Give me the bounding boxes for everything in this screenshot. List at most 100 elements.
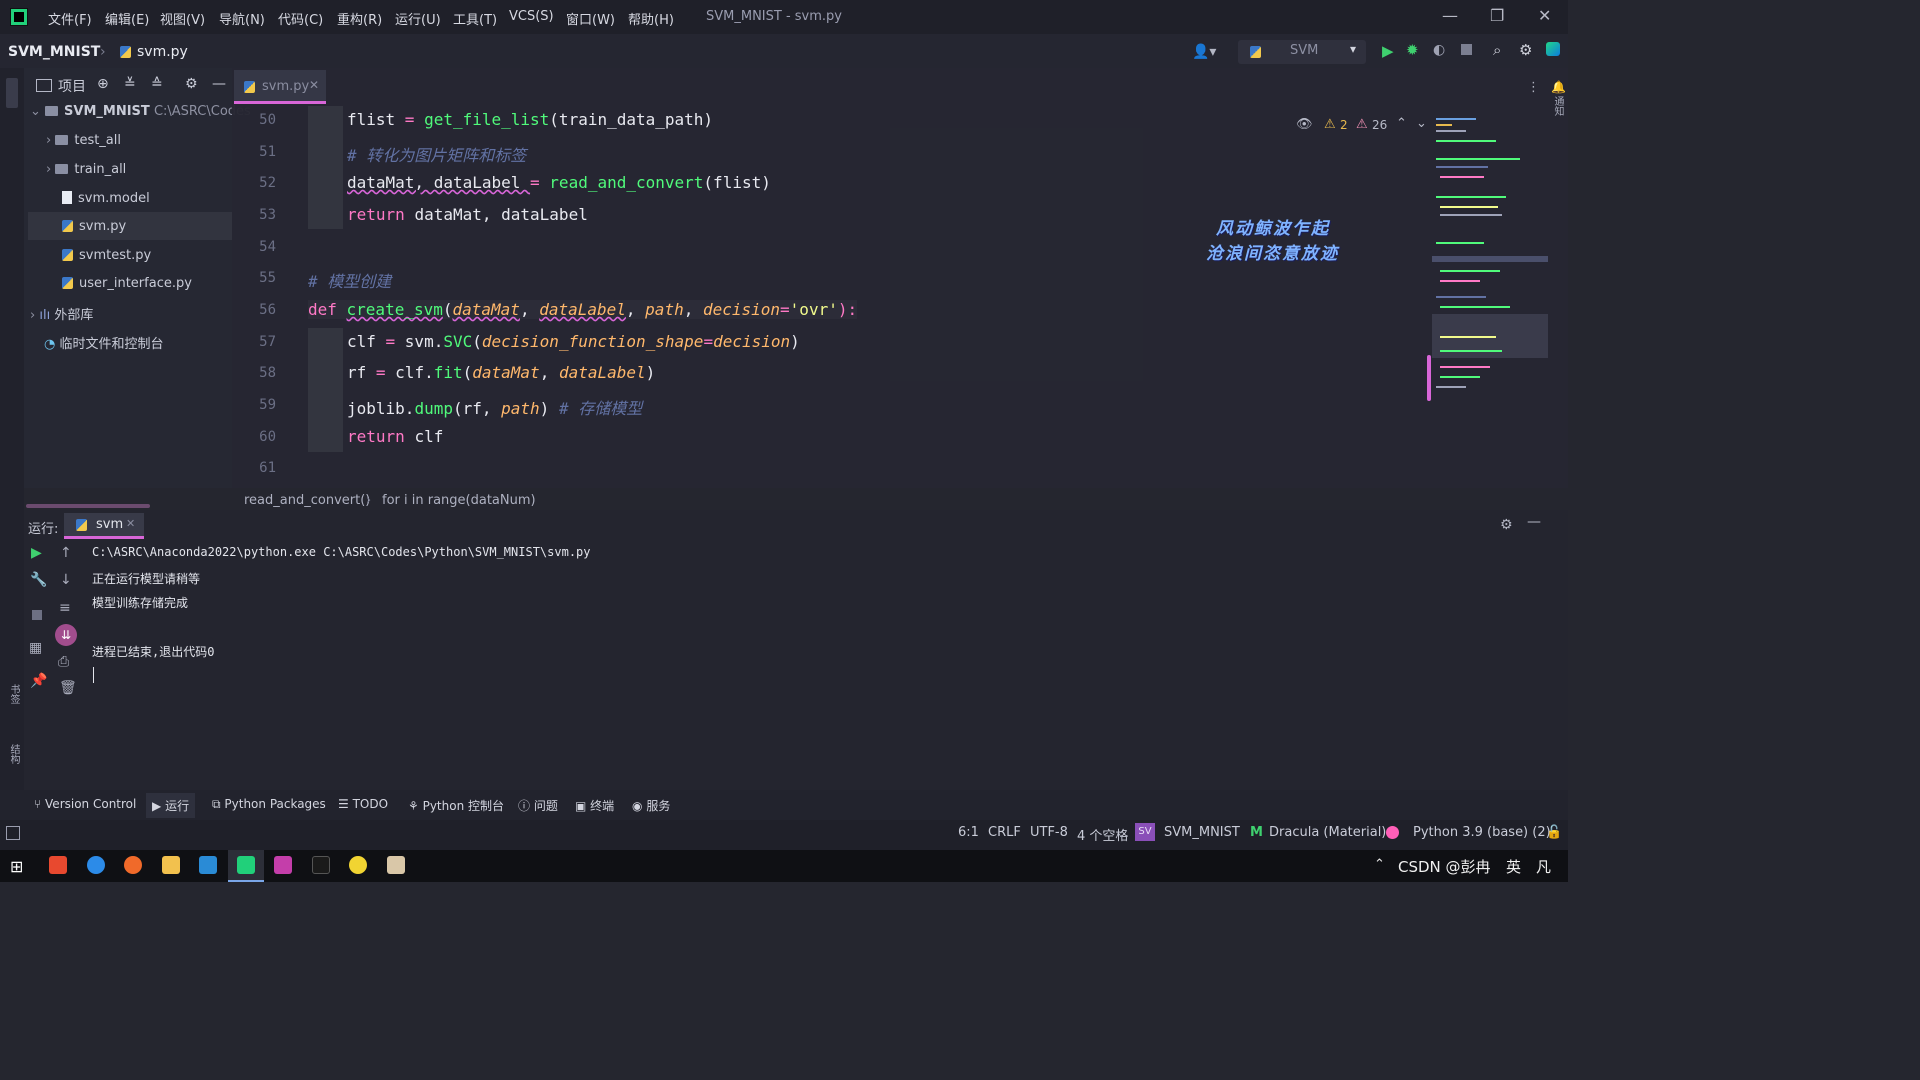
run-icon[interactable]: ▶ xyxy=(1382,42,1394,60)
arrow-down-icon[interactable]: ↓ xyxy=(60,572,72,588)
tool-tab-version-control[interactable]: ⑂ Version Control xyxy=(34,797,136,811)
expand-all-icon[interactable]: ≚ xyxy=(124,76,136,92)
code-line-52[interactable]: dataMat, dataLabel = read_and_convert(fl… xyxy=(347,173,771,192)
weak-warning-icon[interactable]: ⚠ xyxy=(1356,117,1368,132)
stop-icon[interactable] xyxy=(1461,44,1472,55)
scroll-to-end-icon[interactable]: ⇊ xyxy=(55,624,77,646)
run-tab-svm[interactable]: svm ✕ xyxy=(64,513,144,539)
menu-file[interactable]: 文件(F) xyxy=(48,9,92,28)
tool-tab-python-console[interactable]: ⚘ Python 控制台 xyxy=(408,797,504,814)
menu-help[interactable]: 帮助(H) xyxy=(628,9,674,28)
debug-icon[interactable]: ✹ xyxy=(1406,41,1419,59)
code-line-50[interactable]: flist = get_file_list(train_data_path) xyxy=(347,110,713,129)
tree-file-svmtest-py[interactable]: svmtest.py xyxy=(62,248,151,263)
tree-folder-test-all[interactable]: › test_all xyxy=(46,133,121,148)
file-encoding[interactable]: UTF-8 xyxy=(1030,825,1068,840)
toggle-tool-windows-icon[interactable] xyxy=(6,826,20,840)
tree-file-svm-model[interactable]: svm.model xyxy=(62,191,150,206)
editor-breadcrumb-loop[interactable]: for i in range(dataNum) xyxy=(382,493,536,508)
run-config-select[interactable]: SVM ▾ xyxy=(1238,40,1366,64)
collapse-all-icon[interactable]: ≙ xyxy=(151,76,163,92)
editor-breadcrumb-function[interactable]: read_and_convert() xyxy=(244,493,370,508)
menu-tools[interactable]: 工具(T) xyxy=(453,9,497,28)
code-line-60[interactable]: return clf xyxy=(347,427,443,446)
bookmarks-tool-label[interactable]: 书签 xyxy=(6,684,21,704)
tool-tab-services[interactable]: ◉ 服务 xyxy=(632,797,670,814)
breadcrumb-project[interactable]: SVM_MNIST xyxy=(8,44,100,60)
menu-window[interactable]: 窗口(W) xyxy=(566,9,615,28)
notifications-tool-label[interactable]: 通知 xyxy=(1550,96,1565,116)
chevron-up-icon[interactable]: ⌃ xyxy=(1374,857,1385,872)
gear-icon[interactable]: ⚙ xyxy=(1519,41,1532,59)
hide-icon[interactable]: — xyxy=(212,76,226,92)
toolbox-icon[interactable] xyxy=(1546,42,1560,56)
intellij-icon[interactable] xyxy=(274,856,292,874)
close-tab-icon[interactable]: ✕ xyxy=(309,78,319,92)
tree-scratches[interactable]: ◔ 临时文件和控制台 xyxy=(44,333,164,352)
chevron-down-icon[interactable]: ⌄ xyxy=(1416,116,1427,131)
app-avatar-icon[interactable] xyxy=(387,856,405,874)
tray-clock-area[interactable]: 凡 xyxy=(1536,856,1551,877)
code-line-55[interactable]: # 模型创建 xyxy=(308,268,391,292)
tree-file-svm-py[interactable]: svm.py xyxy=(62,219,126,234)
layout-icon[interactable]: ▦ xyxy=(29,640,42,656)
lock-icon[interactable]: 🔓 xyxy=(1546,825,1562,840)
print-icon[interactable]: ⎙ xyxy=(58,654,69,670)
pycharm-logo-icon[interactable] xyxy=(10,8,28,26)
status-project[interactable]: SVM_MNIST xyxy=(1164,825,1240,840)
soft-wrap-icon[interactable]: ≡ xyxy=(59,600,71,616)
tool-tab-terminal[interactable]: ▣ 终端 xyxy=(575,797,614,814)
pycharm-taskbar-icon[interactable] xyxy=(237,856,255,874)
pin-icon[interactable]: 📌 xyxy=(30,673,47,689)
menu-refactor[interactable]: 重构(R) xyxy=(337,9,382,28)
code-line-59[interactable]: joblib.dump(rf, path) # 存储模型 xyxy=(347,395,642,419)
gear-icon[interactable]: ⚙ xyxy=(1500,517,1513,533)
code-line-53[interactable]: return dataMat, dataLabel xyxy=(347,205,588,224)
tool-tab-run[interactable]: ▶ 运行 xyxy=(146,793,196,818)
stop-icon[interactable] xyxy=(32,610,42,620)
tool-tab-python-packages[interactable]: ⧉ Python Packages xyxy=(212,797,326,812)
coverage-icon[interactable]: ◐ xyxy=(1433,42,1445,58)
wrench-icon[interactable]: 🔧 xyxy=(30,572,47,588)
caret-position[interactable]: 6:1 xyxy=(958,825,979,840)
chrome-icon[interactable] xyxy=(349,856,367,874)
restore-button[interactable]: ❐ xyxy=(1490,6,1504,25)
user-icon[interactable]: 👤▾ xyxy=(1192,44,1216,60)
minimap[interactable] xyxy=(1432,110,1548,400)
tool-tab-problems[interactable]: ⓘ 问题 xyxy=(518,797,558,814)
trash-icon[interactable]: 🗑 xyxy=(59,680,77,696)
tree-folder-train-all[interactable]: › train_all xyxy=(46,162,126,177)
ime-indicator[interactable]: 英 xyxy=(1506,856,1521,877)
minimize-button[interactable]: — xyxy=(1442,6,1458,25)
tool-tab-todo[interactable]: ☰ TODO xyxy=(338,797,388,811)
menu-navigate[interactable]: 导航(N) xyxy=(219,9,265,28)
app-red-icon[interactable] xyxy=(49,856,67,874)
project-tool-icon[interactable] xyxy=(6,78,18,108)
structure-tool-label[interactable]: 结构 xyxy=(6,744,21,764)
menu-run[interactable]: 运行(U) xyxy=(395,9,441,28)
menu-edit[interactable]: 编辑(E) xyxy=(105,9,149,28)
rerun-icon[interactable]: ▶ xyxy=(31,545,42,561)
search-icon[interactable]: ⌕ xyxy=(1493,41,1501,59)
code-line-56[interactable]: def create_svm(dataMat, dataLabel, path,… xyxy=(308,300,857,319)
project-pane-title[interactable]: 项目 xyxy=(36,76,86,96)
pane-resize-handle[interactable] xyxy=(26,504,150,508)
browser-icon[interactable] xyxy=(87,856,105,874)
locate-icon[interactable]: ⊕ xyxy=(97,76,109,92)
vscode-icon[interactable] xyxy=(199,856,217,874)
file-explorer-icon[interactable] xyxy=(162,856,180,874)
breadcrumb-file[interactable]: svm.py xyxy=(120,44,188,60)
hide-icon[interactable]: — xyxy=(1527,514,1541,530)
chevron-up-icon[interactable]: ⌃ xyxy=(1396,116,1407,131)
close-button[interactable]: ✕ xyxy=(1538,6,1551,25)
console-caret[interactable] xyxy=(93,667,94,683)
tab-svm-py[interactable]: svm.py ✕ xyxy=(234,70,326,104)
firefox-icon[interactable] xyxy=(124,856,142,874)
settings-icon[interactable]: ⚙ xyxy=(185,76,198,92)
tree-external-libraries[interactable]: › ılı 外部库 xyxy=(30,304,93,323)
notifications-bell-icon[interactable]: 🔔 xyxy=(1551,80,1566,94)
status-theme[interactable]: Dracula (Material) xyxy=(1269,825,1386,840)
editor-scrollbar[interactable] xyxy=(1427,355,1431,401)
code-line-58[interactable]: rf = clf.fit(dataMat, dataLabel) xyxy=(347,363,655,382)
close-tab-icon[interactable]: ✕ xyxy=(126,517,135,530)
